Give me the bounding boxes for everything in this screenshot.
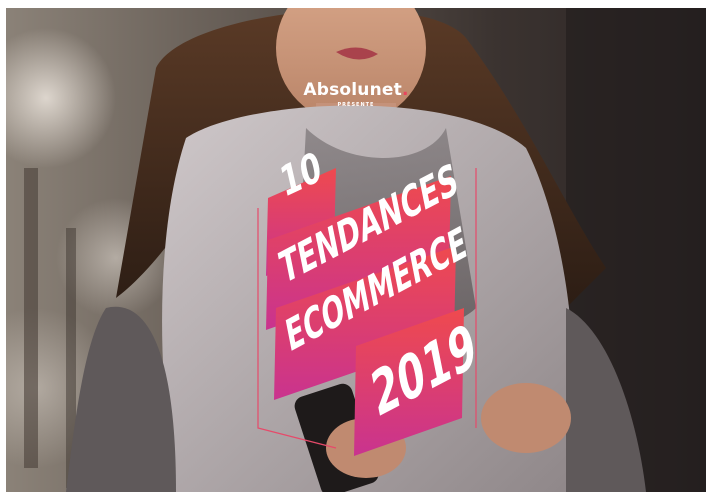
hero-image: Absolunet. PRÉSENTE 10 TENDANCES ECOMMER… <box>6 8 706 492</box>
headline-year: 2019 <box>366 308 482 432</box>
brand-name: Absolunet. <box>303 80 409 100</box>
brand-subtitle: PRÉSENTE <box>337 102 375 108</box>
brand-logo: Absolunet. PRÉSENTE <box>6 80 706 108</box>
headline: 10 TENDANCES ECOMMERCE 2019 <box>270 142 482 448</box>
